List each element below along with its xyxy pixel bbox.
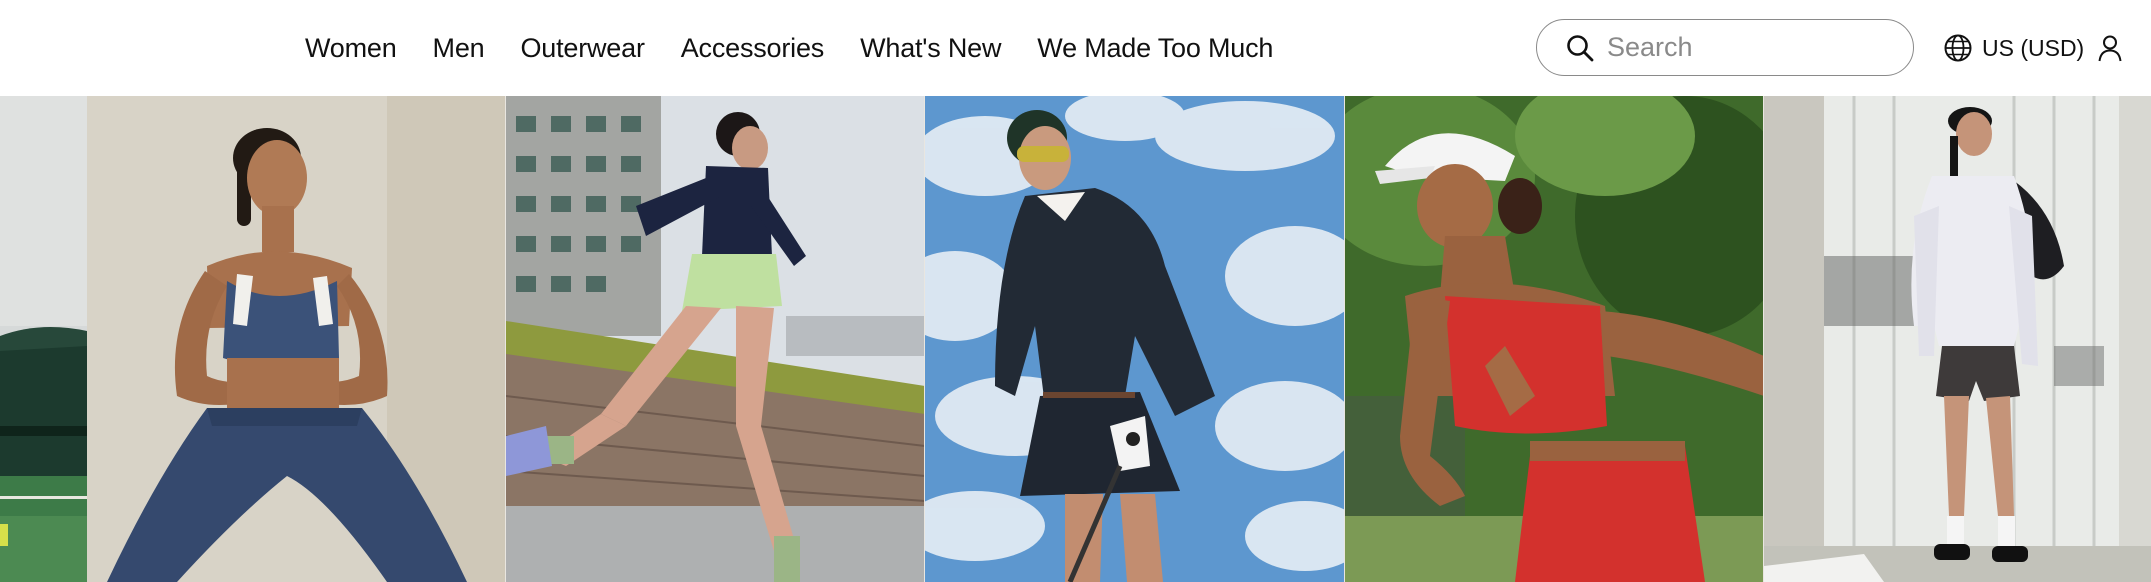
main-nav: Women Men Outerwear Accessories What's N… (305, 0, 1309, 96)
locale-label: US (USD) (1982, 34, 2085, 61)
search-input[interactable] (1605, 31, 1909, 64)
gallery-tile-tennis-player[interactable] (1345, 96, 1764, 582)
globe-icon (1943, 33, 1973, 63)
gallery-tile-runner[interactable] (506, 96, 925, 582)
yoga-pose-image (87, 96, 506, 582)
runner-image (506, 96, 925, 582)
account-icon[interactable] (2095, 33, 2125, 63)
gallery-tile-yoga[interactable] (87, 96, 506, 582)
nav-item-whats-new[interactable]: What's New (860, 33, 1001, 64)
nav-item-women[interactable]: Women (305, 33, 397, 64)
gallery-tile-golfer[interactable] (925, 96, 1345, 582)
golfer-image (925, 96, 1345, 582)
search-box[interactable] (1536, 19, 1914, 76)
hero-gallery (0, 96, 2151, 582)
nav-item-we-made-too-much[interactable]: We Made Too Much (1037, 33, 1273, 64)
nav-item-outerwear[interactable]: Outerwear (520, 33, 644, 64)
site-header: Women Men Outerwear Accessories What's N… (0, 0, 2151, 96)
tennis-court-image (0, 96, 87, 582)
street-style-image (1764, 96, 2151, 582)
gallery-tile-tennis-court[interactable] (0, 96, 87, 582)
tennis-player-image (1345, 96, 1764, 582)
gallery-tile-street-style[interactable] (1764, 96, 2151, 582)
search-icon (1565, 33, 1595, 63)
nav-item-accessories[interactable]: Accessories (681, 33, 825, 64)
nav-item-men[interactable]: Men (433, 33, 485, 64)
locale-selector[interactable]: US (USD) (1943, 30, 2084, 66)
